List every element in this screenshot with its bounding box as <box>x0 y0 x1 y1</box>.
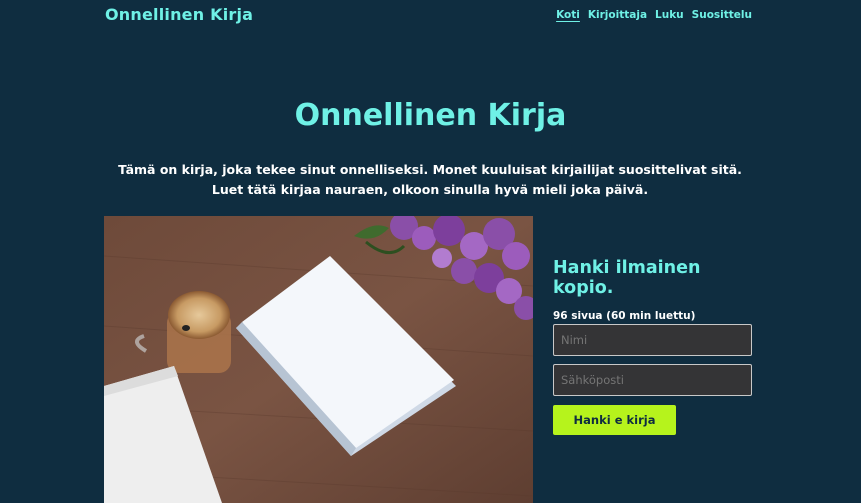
brand-logo[interactable]: Onnellinen Kirja <box>105 5 253 24</box>
nav-home[interactable]: Koti <box>556 9 580 21</box>
page-title: Onnellinen Kirja <box>294 98 567 133</box>
get-ebook-button[interactable]: Hanki e kirja <box>553 405 676 435</box>
email-input[interactable] <box>553 364 752 396</box>
signup-form: Hanki ilmainen kopio. 96 sivua (60 min l… <box>553 258 763 435</box>
signup-title: Hanki ilmainen kopio. <box>553 258 701 298</box>
main-nav: Koti Kirjoittaja Luku Suosittelu <box>556 9 752 21</box>
signup-subtitle: 96 sivua (60 min luettu) <box>553 310 696 322</box>
book-photo <box>104 216 533 503</box>
nav-author[interactable]: Kirjoittaja <box>588 9 647 21</box>
site-header: Onnellinen Kirja Koti Kirjoittaja Luku S… <box>0 0 861 32</box>
name-input[interactable] <box>553 324 752 356</box>
nav-read[interactable]: Luku <box>655 9 684 21</box>
intro-text: Tämä on kirja, joka tekee sinut onnellis… <box>118 162 742 197</box>
nav-recommendation[interactable]: Suosittelu <box>692 9 752 21</box>
